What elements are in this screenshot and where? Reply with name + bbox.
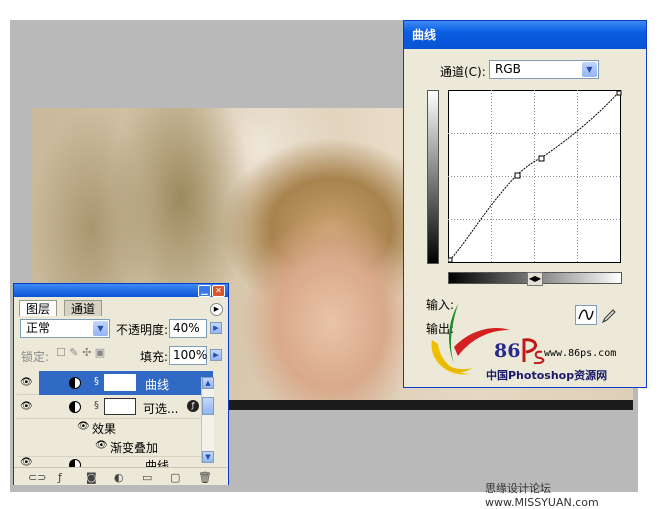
layers-scrollbar[interactable]: ▲ ▼ — [201, 377, 214, 463]
add-mask-icon[interactable]: ◙ — [86, 471, 97, 484]
link-layers-icon[interactable]: ⊂⊃ — [28, 471, 46, 484]
layers-bottom-toolbar: ⊂⊃ ƒ ◙ ◐ ▭ ▢ 🗑 — [14, 467, 228, 485]
close-icon[interactable]: ✕ — [212, 285, 225, 297]
visibility-eye-icon[interactable]: 👁 — [20, 401, 33, 412]
scroll-up-icon[interactable]: ▲ — [202, 377, 214, 389]
adjustment-layer-icon — [69, 377, 81, 389]
gradient-toggle-icon[interactable]: ◀▶ — [527, 272, 543, 286]
add-style-icon[interactable]: ƒ — [58, 471, 62, 484]
adjustment-layer-icon — [69, 459, 81, 467]
link-chain-icon: § — [94, 376, 99, 387]
channel-select[interactable]: RGB ▼ — [489, 60, 599, 79]
lock-icons[interactable]: ☐ ✎ ✣ ▣ — [56, 346, 105, 359]
effects-label: 效果 — [92, 422, 117, 436]
chevron-down-icon[interactable]: ▼ — [582, 62, 597, 77]
effect-name[interactable]: 渐变叠加 — [110, 439, 158, 456]
chevron-down-icon[interactable]: ▼ — [93, 321, 108, 336]
visibility-eye-icon[interactable]: 👁 — [20, 457, 33, 467]
layer-mask-thumbnail[interactable] — [104, 398, 136, 415]
layer-row[interactable]: 👁 § 可选... ƒ — [17, 395, 201, 419]
curves-graph[interactable] — [448, 90, 622, 264]
blend-mode-select[interactable]: 正常 ▼ — [20, 319, 110, 338]
opacity-label: 不透明度: — [116, 323, 169, 337]
layer-mask-thumbnail[interactable] — [104, 374, 136, 391]
opacity-input[interactable]: 40% — [169, 319, 207, 338]
layer-name[interactable]: 曲线 — [145, 376, 169, 393]
watermark: 思缘设计论坛 www.MISSYUAN.com — [485, 482, 599, 509]
logo-url: www.86ps.com — [544, 348, 617, 359]
new-group-icon[interactable]: ▭ — [142, 471, 152, 484]
layer-name[interactable]: 曲线 — [145, 457, 169, 467]
visibility-eye-icon[interactable]: 👁 — [20, 377, 33, 388]
panel-menu-icon[interactable]: ▶ — [210, 303, 223, 316]
blend-mode-value: 正常 — [26, 321, 51, 335]
curve-point[interactable] — [538, 155, 545, 162]
minimize-icon[interactable]: ▁ — [198, 285, 211, 297]
fill-label: 填充: — [140, 350, 169, 364]
tab-layers[interactable]: 图层 — [19, 300, 58, 316]
layer-row[interactable]: 👁 § 曲线 — [17, 371, 213, 395]
delete-layer-icon[interactable]: 🗑 — [198, 471, 212, 484]
layer-row[interactable]: 👁 曲线 — [17, 457, 201, 467]
logo-ps-mark — [522, 338, 545, 364]
visibility-eye-icon[interactable]: 👁 — [95, 440, 108, 451]
effects-row[interactable]: 👁 效果 — [17, 419, 201, 437]
curve-endpoint[interactable] — [616, 90, 622, 96]
scroll-down-icon[interactable]: ▼ — [202, 451, 214, 463]
curve-point[interactable] — [514, 172, 521, 179]
effect-item-row[interactable]: 👁 渐变叠加 — [17, 437, 201, 457]
curves-dialog-title: 曲线 — [404, 21, 646, 49]
scroll-thumb[interactable] — [202, 397, 214, 415]
adjustment-layer-icon — [69, 401, 81, 413]
opacity-arrow-icon[interactable]: ▶ — [210, 322, 222, 334]
logo-number: 86 — [494, 340, 521, 362]
fill-input[interactable]: 100% — [169, 346, 207, 365]
fx-icon[interactable]: ƒ — [187, 400, 199, 412]
logo-site-name: 中国Photoshop资源网 — [486, 369, 608, 382]
lock-label: 锁定: — [21, 350, 50, 364]
layers-panel-titlebar[interactable] — [14, 284, 228, 297]
channel-select-value: RGB — [495, 62, 521, 76]
visibility-eye-icon[interactable]: 👁 — [77, 421, 90, 432]
new-layer-icon[interactable]: ▢ — [170, 471, 180, 484]
tab-channels[interactable]: 通道 — [64, 300, 103, 316]
channel-label: 通道(C): — [440, 65, 486, 79]
fill-arrow-icon[interactable]: ▶ — [210, 349, 222, 361]
curve-endpoint[interactable] — [448, 257, 453, 263]
output-gradient-bar — [427, 90, 439, 264]
link-chain-icon: § — [94, 400, 99, 411]
layer-name[interactable]: 可选... — [143, 400, 178, 417]
new-adjustment-icon[interactable]: ◐ — [114, 471, 124, 484]
